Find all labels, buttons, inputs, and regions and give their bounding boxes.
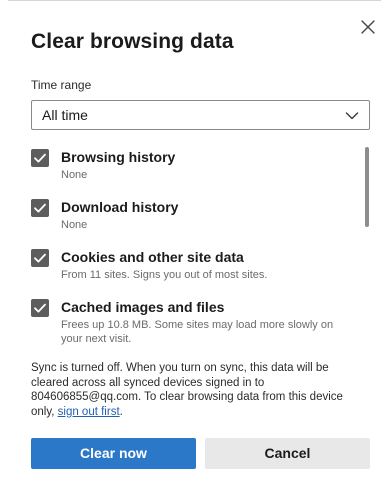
browsing-history-checkbox[interactable] xyxy=(31,149,49,167)
close-icon[interactable] xyxy=(359,18,377,36)
item-title: Cookies and other site data xyxy=(61,249,244,265)
time-range-label: Time range xyxy=(31,78,92,92)
cancel-button[interactable]: Cancel xyxy=(205,438,370,469)
time-range-value: All time xyxy=(42,107,88,123)
list-item-cached-images: Cached images and files Frees up 10.8 MB… xyxy=(31,296,351,346)
item-title: Browsing history xyxy=(61,149,176,165)
sync-note-end: . xyxy=(119,405,123,418)
sync-note: Sync is turned off. When you turn on syn… xyxy=(31,361,366,419)
list-item-cookies: Cookies and other site data From 11 site… xyxy=(31,246,351,296)
item-title: Download history xyxy=(61,199,179,215)
clear-browsing-data-dialog: Clear browsing data Time range All time … xyxy=(0,0,389,486)
top-divider xyxy=(8,0,381,1)
item-title: Cached images and files xyxy=(61,299,225,315)
data-type-list: Browsing history None Download history N… xyxy=(31,146,351,346)
list-item-download-history: Download history None xyxy=(31,196,351,246)
list-scrollbar[interactable] xyxy=(365,147,369,227)
cookies-checkbox[interactable] xyxy=(31,249,49,267)
sign-out-link[interactable]: sign out first xyxy=(58,406,120,418)
list-item-browsing-history: Browsing history None xyxy=(31,146,351,196)
cached-images-checkbox[interactable] xyxy=(31,299,49,317)
item-description: From 11 sites. Signs you out of most sit… xyxy=(61,269,268,281)
item-description: None xyxy=(61,219,88,231)
item-description: None xyxy=(61,169,88,181)
download-history-checkbox[interactable] xyxy=(31,199,49,217)
time-range-select[interactable]: All time xyxy=(31,100,370,130)
item-description: Frees up 10.8 MB. Some sites may load mo… xyxy=(61,319,334,345)
chevron-down-icon xyxy=(345,111,359,121)
dialog-title: Clear browsing data xyxy=(31,30,234,53)
clear-now-button[interactable]: Clear now xyxy=(31,438,196,469)
